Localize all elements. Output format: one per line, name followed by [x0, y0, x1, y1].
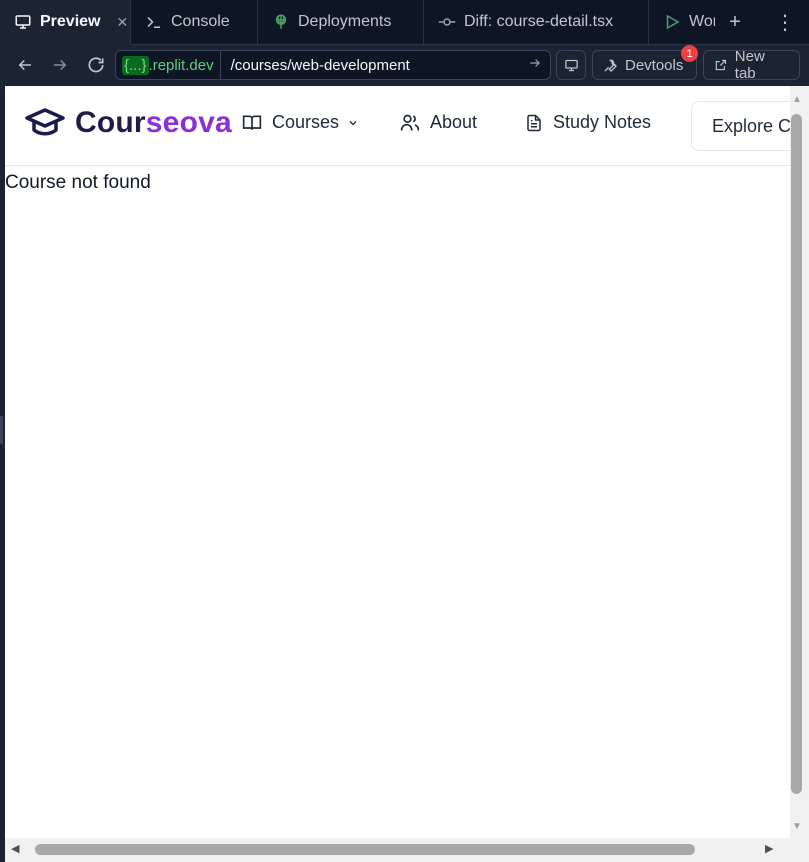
deployments-icon	[272, 13, 290, 31]
tab-deployments[interactable]: Deployments	[258, 0, 424, 45]
new-tab-label: New tab	[734, 48, 765, 82]
more-options-icon[interactable]: ⋮	[765, 0, 805, 45]
course-not-found-message: Course not found	[5, 172, 151, 193]
nav-about[interactable]: About	[400, 112, 477, 133]
device-toggle-button[interactable]	[556, 50, 586, 80]
git-commit-icon	[438, 13, 456, 31]
url-bar[interactable]: {...} .replit.dev /courses/web-developme…	[115, 50, 551, 80]
book-open-icon	[242, 115, 262, 130]
devtools-button[interactable]: Devtools 1	[592, 45, 698, 80]
error-count-badge: 1	[681, 45, 698, 62]
nav-courses[interactable]: Courses	[242, 112, 359, 133]
reload-icon	[88, 57, 104, 73]
tab-label: Deployments	[298, 13, 392, 30]
tab-label: Preview	[40, 13, 101, 30]
reload-button[interactable]	[79, 48, 113, 82]
tab-label: Wor	[689, 13, 715, 30]
devtools-label: Devtools	[625, 56, 684, 74]
logo-text: Courseova	[75, 106, 232, 140]
vertical-scrollbar[interactable]: ▲ ▼	[790, 86, 809, 838]
nav-study-notes-label: Study Notes	[553, 112, 652, 132]
explore-label: Explore C	[712, 115, 790, 136]
tab-label: Diff: course-detail.tsx	[464, 13, 614, 30]
play-icon	[663, 13, 681, 31]
nav-about-label: About	[430, 112, 478, 132]
nav-courses-label: Courses	[272, 112, 340, 132]
wrench-icon	[604, 59, 617, 72]
vertical-scroll-thumb[interactable]	[791, 114, 802, 794]
explore-courses-button[interactable]: Explore C	[691, 101, 790, 151]
domain-host: .replit.dev	[148, 56, 214, 74]
close-tab-icon[interactable]: ✕	[116, 14, 128, 31]
domain-tag: {...}	[122, 55, 149, 75]
tab-console[interactable]: Console	[131, 0, 258, 45]
panel-resize-handle[interactable]	[0, 416, 3, 444]
site-logo[interactable]: Courseova	[25, 106, 232, 140]
horizontal-scroll-thumb[interactable]	[35, 844, 695, 855]
site-header: Courseova Courses About Study Notes Expl…	[5, 86, 790, 166]
url-path-input[interactable]: /courses/web-development	[221, 57, 528, 74]
scroll-up-icon[interactable]: ▲	[790, 94, 804, 105]
forward-button[interactable]	[43, 48, 77, 82]
scroll-down-icon[interactable]: ▼	[790, 821, 804, 832]
users-icon	[400, 114, 420, 130]
scroll-right-icon[interactable]: ▶	[765, 842, 773, 855]
chevron-down-icon	[349, 120, 357, 125]
go-arrow-icon[interactable]	[528, 56, 550, 75]
logo-prefix: Cour	[75, 106, 146, 139]
arrow-left-icon	[18, 59, 31, 71]
external-link-icon	[715, 59, 727, 71]
back-button[interactable]	[8, 48, 42, 82]
horizontal-scrollbar[interactable]: ◀ ▶	[5, 838, 809, 862]
tab-label: Console	[171, 13, 230, 30]
file-text-icon	[527, 114, 541, 131]
new-tab-button[interactable]: New tab	[703, 48, 800, 82]
tab-workflows[interactable]: Wor	[649, 0, 715, 45]
add-tab-button[interactable]: +	[715, 0, 755, 45]
tab-diff[interactable]: Diff: course-detail.tsx	[424, 0, 649, 45]
arrow-right-icon	[54, 59, 67, 71]
url-domain[interactable]: {...} .replit.dev	[116, 51, 221, 79]
logo-suffix: seova	[145, 106, 232, 139]
scroll-left-icon[interactable]: ◀	[11, 842, 19, 855]
screen-icon	[564, 59, 578, 71]
tab-preview[interactable]: Preview ✕	[0, 0, 131, 45]
monitor-icon	[14, 13, 32, 31]
terminal-icon	[145, 13, 163, 31]
nav-study-notes[interactable]: Study Notes	[525, 112, 651, 133]
ide-tab-bar: Preview ✕ Console Deployments Diff: cour…	[0, 0, 809, 45]
preview-toolbar: {...} .replit.dev /courses/web-developme…	[0, 45, 809, 86]
graduation-cap-icon	[25, 108, 65, 136]
preview-viewport: Courseova Courses About Study Notes Expl…	[5, 86, 790, 838]
